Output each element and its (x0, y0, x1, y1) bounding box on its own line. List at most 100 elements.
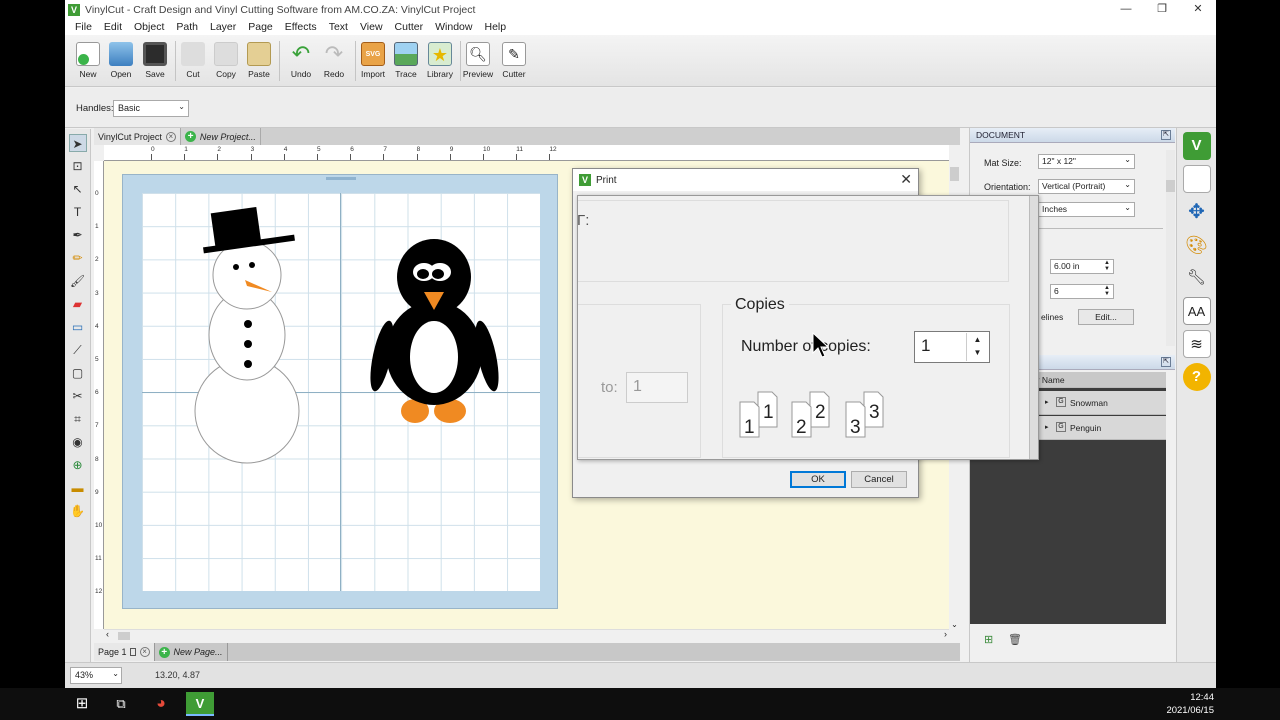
ok-button[interactable]: OK (790, 471, 846, 488)
open-button[interactable]: Open (105, 39, 137, 79)
menu-window[interactable]: Window (429, 21, 478, 33)
paste-button[interactable]: Paste (243, 39, 275, 79)
task-view-icon[interactable]: ⧉ (107, 692, 135, 716)
restore-button[interactable]: ❐ (1144, 0, 1180, 19)
menu-view[interactable]: View (354, 21, 389, 33)
ruler-h-label: 0 (151, 146, 155, 153)
to-field[interactable]: 1 (626, 372, 688, 403)
zoom-select[interactable]: 43% ⌄ (70, 667, 122, 684)
font-size-icon[interactable]: AA (1182, 297, 1211, 325)
hand-pan-icon[interactable]: ✋ (69, 502, 87, 520)
ruler-h-label: 10 (483, 146, 491, 153)
panel-scrollbar[interactable] (1166, 150, 1175, 346)
document-page-icon[interactable] (1182, 165, 1211, 193)
copy-button[interactable]: Copy (210, 39, 242, 79)
orientation-select[interactable]: Vertical (Portrait) ⌄ (1038, 179, 1135, 194)
close-tab-icon[interactable]: × (165, 131, 176, 142)
text-tool-icon[interactable]: T (69, 203, 87, 221)
count-field[interactable]: 6 ▲ ▼ (1050, 284, 1114, 299)
units-select[interactable]: Inches ⌄ (1038, 202, 1135, 217)
menu-path[interactable]: Path (170, 21, 204, 33)
tab-vinylcut-project[interactable]: VinylCut Project × (94, 128, 181, 145)
paste-clipboard-icon (247, 42, 271, 66)
menu-help[interactable]: Help (478, 21, 512, 33)
color-palette-icon[interactable]: 🎨︎ (1183, 231, 1211, 259)
zoom-tool-icon[interactable]: ⊕ (69, 456, 87, 474)
move-arrows-icon[interactable]: ✥ (1183, 198, 1211, 226)
pen-tool-icon[interactable]: ✒ (69, 226, 87, 244)
panel-expand-icon[interactable]: ⇱ (1161, 130, 1171, 140)
close-dialog-icon[interactable]: ✕ (900, 171, 912, 188)
vinylcut-logo-icon[interactable]: V (1182, 132, 1211, 160)
document-tabs: VinylCut Project × + New Project... (94, 128, 960, 145)
width-field[interactable]: 6.00 in ▲ ▼ (1050, 259, 1114, 274)
snowman-group[interactable] (194, 206, 300, 464)
chevron-down-icon: ⌄ (178, 102, 185, 111)
menu-cutter[interactable]: Cutter (389, 21, 430, 33)
eraser-icon[interactable]: ▰ (69, 295, 87, 313)
pencil-icon[interactable]: ✏ (69, 249, 87, 267)
chevron-down-icon: ⌄ (1124, 155, 1131, 164)
menu-layer[interactable]: Layer (204, 21, 242, 33)
new-button[interactable]: New (72, 39, 104, 79)
handles-label: Handles: (76, 103, 114, 114)
crop-tool-icon[interactable]: ⌗ (69, 410, 87, 428)
ruler-tool-icon[interactable]: ▬ (69, 479, 87, 497)
shape-tool-icon[interactable]: ▢ (69, 364, 87, 382)
document-panel-header: DOCUMENT ⇱ (970, 128, 1175, 143)
mat-size-select[interactable]: 12" x 12" ⌄ (1038, 154, 1135, 169)
trash-icon[interactable]: 🗑︎ (1008, 633, 1022, 646)
add-layer-icon[interactable]: ⊞ (984, 633, 993, 646)
menu-text[interactable]: Text (323, 21, 354, 33)
new-file-icon (76, 42, 100, 66)
handles-select[interactable]: Basic ⌄ (113, 100, 189, 117)
cutter-button[interactable]: ✎ Cutter (498, 39, 530, 79)
panel-expand-icon[interactable]: ⇱ (1161, 357, 1171, 367)
save-button[interactable]: Save (139, 39, 171, 79)
windows-start-icon[interactable]: ⊞ (68, 692, 96, 716)
close-window-button[interactable]: ✕ (1180, 0, 1216, 19)
cut-button[interactable]: Cut (177, 39, 209, 79)
weld-tool-icon[interactable]: ◉ (69, 433, 87, 451)
knife-tool-icon[interactable]: ✂ (69, 387, 87, 405)
import-button[interactable]: SVG Import (357, 39, 389, 79)
redo-button[interactable]: ↷ Redo (318, 39, 350, 80)
library-button[interactable]: ★ Library (424, 39, 456, 79)
copies-group-label: Copies (731, 296, 789, 314)
system-clock[interactable]: 12:44 2021/06/15 (1166, 691, 1214, 717)
horizontal-scrollbar[interactable]: ‹ › (104, 629, 949, 641)
close-page-icon[interactable]: × (139, 647, 150, 657)
tab-new-page[interactable]: + New Page... (154, 643, 228, 661)
rotate-select-icon[interactable]: ↖ (69, 180, 87, 198)
menu-edit[interactable]: Edit (98, 21, 128, 33)
menu-page[interactable]: Page (242, 21, 279, 33)
windows-taskbar: ⊞ ⧉ ◕ V 12:44 2021/06/15 (0, 688, 1280, 720)
undo-button[interactable]: ↶ Undo (285, 39, 317, 80)
ruler-v-label: 7 (95, 422, 99, 430)
brush-icon[interactable]: 🖌︎ (69, 272, 87, 290)
trace-button[interactable]: Trace (390, 39, 422, 79)
preview-button[interactable]: 🔍︎ Preview (462, 39, 494, 79)
menu-effects[interactable]: Effects (279, 21, 323, 33)
help-icon[interactable]: ? (1182, 363, 1211, 391)
tab-page-1[interactable]: Page 1 × (94, 643, 155, 661)
node-select-icon[interactable]: ⊡ (69, 157, 87, 175)
status-bar: 43% ⌄ 13.20, 4.87 (65, 662, 1216, 688)
cancel-button[interactable]: Cancel (851, 471, 907, 488)
spinner-arrows-icon[interactable]: ▲ ▼ (966, 333, 988, 361)
vinylcut-taskbar-icon[interactable]: V (186, 692, 214, 716)
menu-file[interactable]: File (69, 21, 98, 33)
eyedropper-icon[interactable]: ⟋ (69, 341, 87, 359)
layers-stack-icon[interactable]: ≋ (1182, 330, 1211, 358)
tab-new-project[interactable]: + New Project... (180, 128, 261, 145)
penguin-group[interactable] (366, 239, 504, 423)
copies-spinbox[interactable]: 1 ▲ ▼ (914, 331, 990, 363)
select-arrow-icon[interactable]: ➤ (68, 134, 87, 152)
menu-object[interactable]: Object (128, 21, 170, 33)
minimize-button[interactable]: — (1108, 0, 1144, 19)
edit-guidelines-button[interactable]: Edit... (1078, 309, 1134, 325)
chrome-icon[interactable]: ◕ (147, 692, 175, 716)
rectangle-tool-icon[interactable]: ▭ (69, 318, 87, 336)
wrench-icon[interactable]: 🔧︎ (1183, 264, 1211, 292)
cutting-mat (122, 174, 558, 609)
